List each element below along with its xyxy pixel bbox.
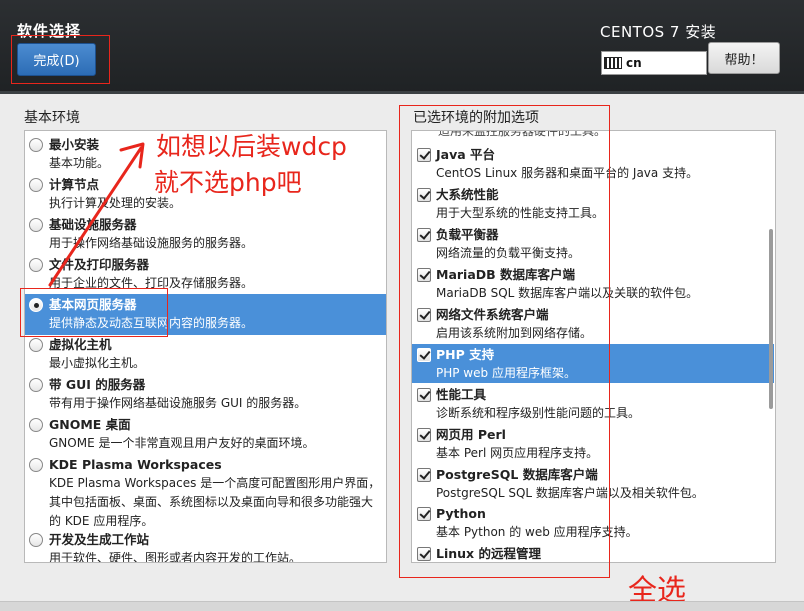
checkbox-checked[interactable]: [417, 468, 431, 482]
env-option-desc: KDE Plasma Workspaces 是一个高度可配置图形用户界面，其中包…: [49, 476, 381, 528]
checkbox-checked[interactable]: [417, 148, 431, 162]
addons-list: 适用来监控服务器硬件的工具。 Java 平台 CentOS Linux 服务器和…: [411, 130, 776, 563]
radio-button[interactable]: [29, 178, 43, 192]
addon-desc: 网络流量的负载平衡支持。: [436, 246, 581, 260]
checkbox-checked[interactable]: [417, 268, 431, 282]
addon-desc: 用于大型系统的性能支持工具。: [436, 206, 605, 220]
addon-desc: MariaDB SQL 数据库客户端以及关联的软件包。: [436, 286, 699, 300]
addon-title: PostgreSQL 数据库客户端: [436, 467, 598, 482]
addon-title: 网页用 Perl: [436, 427, 506, 442]
checkbox-checked[interactable]: [417, 308, 431, 322]
addon-desc: 启用该系统附加到网络存储。: [436, 326, 593, 340]
annotation-note-line2: 就不选php吧: [154, 168, 302, 197]
addon-title: MariaDB 数据库客户端: [436, 267, 576, 282]
checkbox-checked[interactable]: [417, 188, 431, 202]
checkbox-checked[interactable]: [417, 348, 431, 362]
addon-title: PHP 支持: [436, 347, 495, 362]
addon-load-balancer[interactable]: 负载平衡器 网络流量的负载平衡支持。: [412, 226, 774, 263]
keyboard-layout-label: cn: [626, 56, 642, 70]
addon-performance-tools[interactable]: 性能工具 诊断系统和程序级别性能问题的工具。: [412, 386, 774, 423]
addon-title: 性能工具: [436, 387, 487, 402]
radio-button[interactable]: [29, 338, 43, 352]
checkbox-checked[interactable]: [417, 507, 431, 521]
addon-perl-for-web[interactable]: 网页用 Perl 基本 Perl 网页应用程序支持。: [412, 426, 774, 463]
help-button[interactable]: 帮助！: [708, 42, 780, 74]
header-bar: 软件选择 完成(D) CENTOS 7 安装 cn 帮助！: [0, 0, 804, 94]
env-option-desc: 带有用于操作网络基础设施服务 GUI 的服务器。: [49, 396, 307, 410]
addon-java-platform[interactable]: Java 平台 CentOS Linux 服务器和桌面平台的 Java 支持。: [412, 146, 774, 183]
addons-label: 已选环境的附加选项: [413, 110, 539, 126]
checkbox-checked[interactable]: [417, 388, 431, 402]
addon-large-systems-performance[interactable]: 大系统性能 用于大型系统的性能支持工具。: [412, 186, 774, 223]
env-option-desc: 用于软件、硬件、图形或者内容开发的工作站。: [49, 551, 302, 563]
scrollbar-thumb[interactable]: [769, 229, 773, 409]
radio-button[interactable]: [29, 418, 43, 432]
env-option-server-with-gui[interactable]: 带 GUI 的服务器 带有用于操作网络基础设施服务 GUI 的服务器。: [25, 376, 386, 413]
addon-nfs-client[interactable]: 网络文件系统客户端 启用该系统附加到网络存储。: [412, 306, 774, 343]
radio-button[interactable]: [29, 218, 43, 232]
env-option-title: GNOME 桌面: [49, 417, 131, 432]
addon-desc: CentOS Linux 服务器和桌面平台的 Java 支持。: [436, 166, 699, 180]
keyboard-layout-indicator[interactable]: cn: [601, 51, 707, 75]
keyboard-icon: [604, 57, 622, 69]
env-option-title: 虚拟化主机: [49, 337, 112, 352]
env-option-desc: 最小虚拟化主机。: [49, 356, 146, 370]
env-option-desc: 提供静态及动态互联网内容的服务器。: [49, 316, 254, 330]
bottom-bar: [0, 601, 804, 611]
env-option-title: 开发及生成工作站: [49, 532, 150, 547]
env-option-desc: 用于企业的文件、打印及存储服务器。: [49, 276, 254, 290]
env-option-infrastructure-server[interactable]: 基础设施服务器 用于操作网络基础设施服务的服务器。: [25, 216, 386, 253]
addon-title: Python: [436, 506, 486, 521]
addon-desc: 基本 Perl 网页应用程序支持。: [436, 446, 599, 460]
env-option-gnome-desktop[interactable]: GNOME 桌面 GNOME 是一个非常直观且用户友好的桌面环境。: [25, 416, 386, 453]
radio-button[interactable]: [29, 138, 43, 152]
env-option-title: 基本网页服务器: [49, 297, 137, 312]
base-environment-label: 基本环境: [24, 110, 80, 126]
addon-clipped-desc: 适用来监控服务器硬件的工具。: [438, 130, 607, 138]
addon-desc: 基本 Python 的 web 应用程序支持。: [436, 525, 638, 539]
page-title: 软件选择: [17, 22, 82, 40]
env-option-title: 基础设施服务器: [49, 217, 137, 232]
addon-title: 大系统性能: [436, 187, 499, 202]
radio-button[interactable]: [29, 378, 43, 392]
addon-postgresql-client[interactable]: PostgreSQL 数据库客户端 PostgreSQL SQL 数据库客户端以…: [412, 466, 774, 503]
addon-title: Java 平台: [436, 147, 496, 162]
checkbox-checked[interactable]: [417, 228, 431, 242]
addon-linux-remote-management[interactable]: Linux 的远程管理: [412, 545, 774, 562]
addon-desc: PostgreSQL SQL 数据库客户端以及相关软件包。: [436, 486, 704, 500]
env-option-kde-plasma[interactable]: KDE Plasma Workspaces KDE Plasma Workspa…: [25, 456, 386, 531]
addons-scrollbar[interactable]: [767, 131, 775, 562]
product-title: CENTOS 7 安装: [600, 23, 717, 41]
env-option-basic-web-server[interactable]: 基本网页服务器 提供静态及动态互联网内容的服务器。: [25, 294, 386, 335]
addon-title: Linux 的远程管理: [436, 546, 541, 561]
annotation-note-line1: 如想以后装wdcp: [156, 132, 347, 161]
radio-button[interactable]: [29, 533, 43, 547]
addon-title: 网络文件系统客户端: [436, 307, 549, 322]
checkbox-checked[interactable]: [417, 547, 431, 561]
env-option-desc: 用于操作网络基础设施服务的服务器。: [49, 236, 254, 250]
addon-python[interactable]: Python 基本 Python 的 web 应用程序支持。: [412, 505, 774, 542]
env-option-title: 带 GUI 的服务器: [49, 377, 146, 392]
addon-desc: 诊断系统和程序级别性能问题的工具。: [436, 406, 641, 420]
env-option-title: KDE Plasma Workspaces: [49, 457, 222, 472]
addon-desc: PHP web 应用程序框架。: [436, 366, 576, 380]
checkbox-checked[interactable]: [417, 428, 431, 442]
env-option-file-print-server[interactable]: 文件及打印服务器 用于企业的文件、打印及存储服务器。: [25, 256, 386, 293]
addon-mariadb-client[interactable]: MariaDB 数据库客户端 MariaDB SQL 数据库客户端以及关联的软件…: [412, 266, 774, 303]
env-option-development-workstation[interactable]: 开发及生成工作站 用于软件、硬件、图形或者内容开发的工作站。: [25, 531, 386, 563]
addon-php-support[interactable]: PHP 支持 PHP web 应用程序框架。: [412, 344, 774, 383]
env-option-virtualization-host[interactable]: 虚拟化主机 最小虚拟化主机。: [25, 336, 386, 373]
addon-title: 负载平衡器: [436, 227, 499, 242]
env-option-desc: GNOME 是一个非常直观且用户友好的桌面环境。: [49, 436, 315, 450]
done-button[interactable]: 完成(D): [17, 43, 96, 76]
env-option-title: 文件及打印服务器: [49, 257, 150, 272]
radio-button[interactable]: [29, 458, 43, 472]
radio-button[interactable]: [29, 258, 43, 272]
radio-button-selected[interactable]: [29, 298, 43, 312]
